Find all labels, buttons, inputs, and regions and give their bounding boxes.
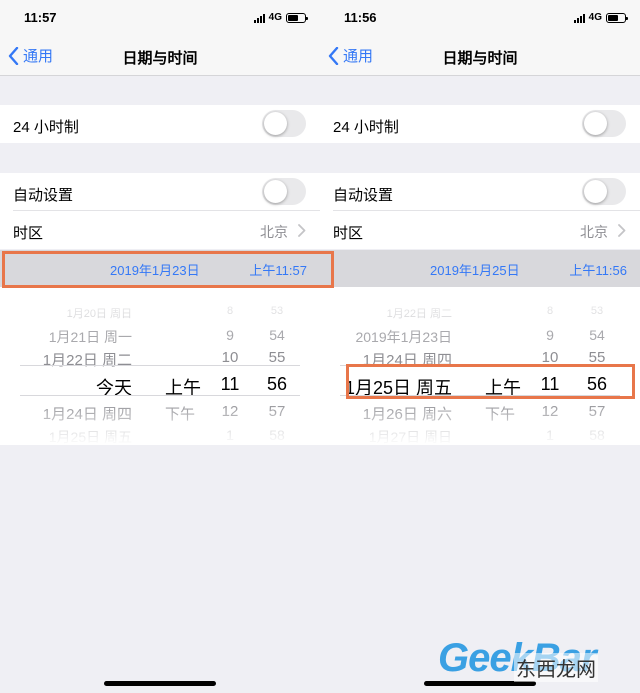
chevron-right-icon bbox=[618, 224, 626, 237]
right-screenshot: 11:56 4G 通用 日期与时间 24 小时制 自动设置 时区 北京 2019… bbox=[320, 0, 640, 693]
auto-set-toggle[interactable] bbox=[262, 178, 306, 205]
left-screenshot: 11:57 4G 通用 日期与时间 24 小时制 自动设置 时区 北京 2019… bbox=[0, 0, 320, 693]
auto-set-label: 自动设置 bbox=[333, 187, 394, 204]
picker-selection-line bbox=[20, 395, 300, 396]
auto-set-row: 自动设置 bbox=[320, 173, 640, 211]
nav-bar: 通用 日期与时间 bbox=[320, 36, 640, 76]
hour24-row: 24 小时制 bbox=[0, 105, 320, 143]
hour24-row: 24 小时制 bbox=[320, 105, 640, 143]
timezone-row[interactable]: 时区 北京 bbox=[320, 211, 640, 249]
picker-hour: 10 bbox=[221, 349, 239, 366]
highlight-box-selected-row bbox=[346, 364, 635, 399]
highlight-box-datetime bbox=[2, 251, 334, 288]
chevron-right-icon bbox=[298, 224, 306, 237]
battery-icon bbox=[286, 12, 308, 23]
hour24-label: 24 小时制 bbox=[333, 119, 399, 136]
page-title: 日期与时间 bbox=[442, 50, 518, 67]
auto-set-label: 自动设置 bbox=[13, 187, 74, 204]
picker-hour: 11 bbox=[220, 374, 240, 394]
status-icons: 4G bbox=[253, 12, 308, 23]
watermark: GeekBar 东西龙网 bbox=[438, 636, 638, 686]
auto-set-toggle[interactable] bbox=[582, 178, 626, 205]
status-icons: 4G bbox=[573, 12, 628, 23]
picker-row[interactable]: 1月22日 周二 10 55 bbox=[0, 349, 320, 375]
picker-date: 1月22日 周二 bbox=[42, 352, 132, 369]
network-type: 4G bbox=[588, 12, 602, 23]
signal-icon bbox=[253, 13, 265, 23]
picker-fade-top bbox=[320, 287, 640, 332]
status-bar: 11:57 4G bbox=[0, 0, 320, 36]
status-time: 11:56 bbox=[344, 10, 377, 25]
current-datetime-row[interactable]: 2019年1月25日 上午11:56 bbox=[320, 250, 640, 287]
battery-icon bbox=[606, 12, 628, 23]
picker-fade-top bbox=[0, 287, 320, 332]
hour24-toggle[interactable] bbox=[262, 110, 306, 137]
nav-bar: 通用 日期与时间 bbox=[0, 36, 320, 76]
hour24-label: 24 小时制 bbox=[13, 119, 79, 136]
picker-date: 今天 bbox=[96, 378, 132, 398]
picker-minute: 55 bbox=[268, 349, 286, 366]
timezone-value: 北京 bbox=[260, 224, 288, 240]
status-time: 11:57 bbox=[24, 10, 57, 25]
current-date: 2019年1月25日 bbox=[430, 263, 520, 278]
status-bar: 11:56 4G bbox=[320, 0, 640, 36]
picker-row-selected[interactable]: 今天 上午 11 56 bbox=[0, 374, 320, 400]
timezone-label: 时区 bbox=[13, 225, 44, 242]
hour24-toggle[interactable] bbox=[582, 110, 626, 137]
picker-ampm: 上午 bbox=[165, 378, 201, 398]
home-indicator bbox=[104, 681, 216, 686]
picker-fade-bottom bbox=[0, 400, 320, 445]
signal-icon bbox=[573, 13, 585, 23]
picker-minute: 56 bbox=[266, 374, 288, 394]
timezone-label: 时区 bbox=[333, 225, 364, 242]
current-time: 上午11:56 bbox=[569, 263, 627, 278]
picker-fade-bottom bbox=[320, 400, 640, 445]
timezone-row[interactable]: 时区 北京 bbox=[0, 211, 320, 249]
timezone-value: 北京 bbox=[580, 224, 608, 240]
auto-set-row: 自动设置 bbox=[0, 173, 320, 211]
page-title: 日期与时间 bbox=[122, 50, 198, 67]
watermark-overlay: 东西龙网 bbox=[514, 653, 598, 682]
picker-selection-line bbox=[20, 365, 300, 366]
date-time-picker[interactable]: 1月20日 周日8531月21日 周一9541月22日 周二1055今天上午11… bbox=[0, 287, 320, 445]
network-type: 4G bbox=[268, 12, 282, 23]
